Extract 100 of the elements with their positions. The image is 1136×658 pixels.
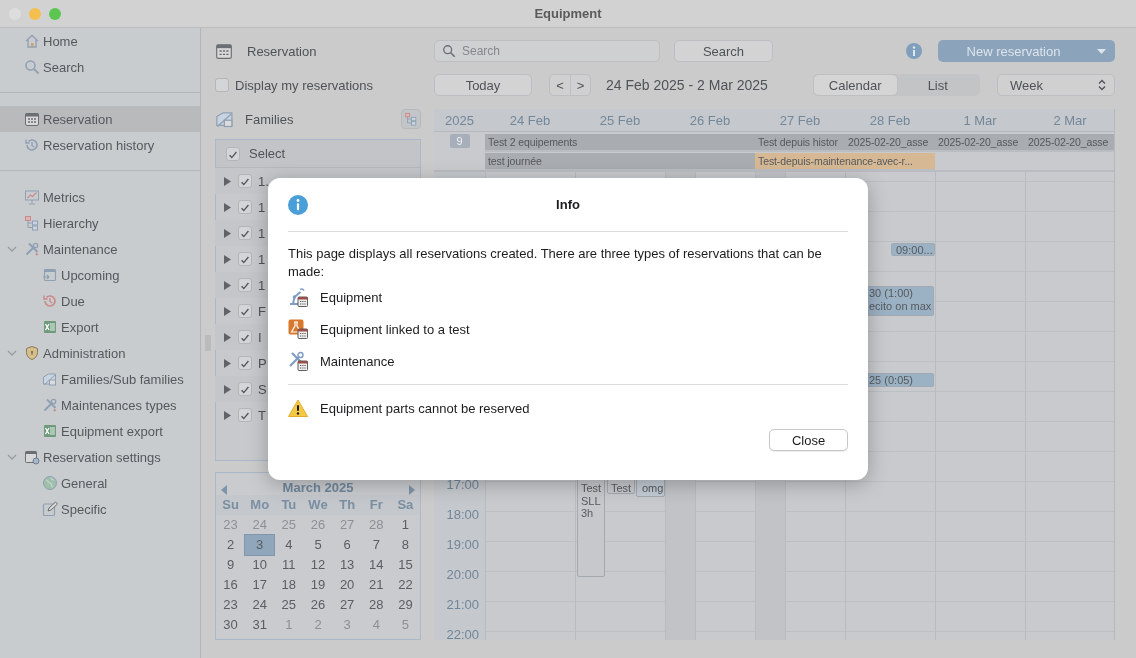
- all-day-event[interactable]: test journée: [485, 153, 755, 171]
- sidebar-item[interactable]: Specific: [0, 496, 200, 522]
- day-cell[interactable]: 25: [274, 595, 304, 615]
- checkbox[interactable]: [238, 252, 252, 266]
- day-cell[interactable]: 4: [274, 535, 304, 555]
- day-cell[interactable]: 18: [274, 575, 304, 595]
- period-select[interactable]: Week: [997, 74, 1115, 96]
- day-cell[interactable]: 17: [245, 575, 275, 595]
- sidebar-item[interactable]: Reservation history: [0, 132, 200, 158]
- spreadsheet-icon: [42, 423, 58, 439]
- day-header: 28 Feb: [868, 112, 912, 128]
- sidebar-item[interactable]: Search: [0, 54, 200, 80]
- checkbox[interactable]: [238, 200, 252, 214]
- sidebar-item[interactable]: Equipment export: [0, 418, 200, 444]
- day-cell[interactable]: 8: [390, 535, 420, 555]
- previous-month-icon[interactable]: [220, 485, 228, 495]
- view-tab[interactable]: List: [896, 75, 979, 95]
- family-label: T: [258, 407, 266, 423]
- checkbox[interactable]: [215, 78, 229, 92]
- next-month-icon[interactable]: [408, 485, 416, 495]
- day-cell[interactable]: 2: [216, 535, 246, 555]
- sidebar-item[interactable]: Maintenance: [0, 236, 200, 262]
- all-day-event[interactable]: Test depuis histor: [755, 134, 845, 152]
- day-header: 26 Feb: [688, 112, 732, 128]
- day-cell[interactable]: 22: [390, 575, 420, 595]
- checkbox[interactable]: [238, 304, 252, 318]
- all-day-event[interactable]: 2025-02-20_asse: [1025, 134, 1114, 152]
- disclosure-triangle-icon[interactable]: [223, 176, 232, 186]
- sidebar-item[interactable]: General: [0, 470, 200, 496]
- sidebar-item[interactable]: Reservation settings: [0, 444, 200, 470]
- search-button[interactable]: Search: [674, 40, 773, 62]
- day-cell[interactable]: 1: [390, 515, 420, 535]
- view-tab[interactable]: Calendar: [814, 75, 897, 95]
- disclosure-triangle-icon[interactable]: [223, 358, 232, 368]
- day-cell[interactable]: 30: [216, 615, 246, 635]
- disclosure-triangle-icon[interactable]: [223, 410, 232, 420]
- day-cell[interactable]: 7: [361, 535, 391, 555]
- day-cell[interactable]: 16: [216, 575, 246, 595]
- calendar-icon: [24, 111, 40, 127]
- day-cell[interactable]: 5: [303, 535, 333, 555]
- all-day-event[interactable]: Test-depuis-maintenance-avec-r...: [755, 153, 935, 171]
- day-cell[interactable]: 3: [245, 535, 275, 555]
- sidebar-item[interactable]: Families/Sub families: [0, 366, 200, 392]
- day-cell[interactable]: 27: [332, 595, 362, 615]
- sidebar-item[interactable]: Reservation: [0, 106, 200, 132]
- sidebar-item[interactable]: Metrics: [0, 184, 200, 210]
- checkbox[interactable]: [238, 408, 252, 422]
- sidebar-item[interactable]: Home: [0, 28, 200, 54]
- week-number-badge: 9: [449, 134, 470, 148]
- disclosure-triangle-icon[interactable]: [223, 202, 232, 212]
- all-day-event[interactable]: Test 2 equipements: [485, 134, 755, 152]
- checkbox[interactable]: [238, 356, 252, 370]
- day-cell[interactable]: 12: [303, 555, 333, 575]
- checkbox[interactable]: [238, 382, 252, 396]
- day-cell[interactable]: 29: [390, 595, 420, 615]
- disclosure-triangle-icon[interactable]: [223, 384, 232, 394]
- search-field[interactable]: Search: [434, 40, 660, 62]
- sidebar-item[interactable]: Upcoming: [0, 262, 200, 288]
- checkbox[interactable]: [238, 278, 252, 292]
- sidebar-item[interactable]: Maintenances types: [0, 392, 200, 418]
- day-cell[interactable]: 21: [361, 575, 391, 595]
- info-button[interactable]: [906, 43, 922, 59]
- previous-button[interactable]: <: [550, 75, 570, 95]
- disclosure-triangle-icon[interactable]: [223, 332, 232, 342]
- checkbox[interactable]: [238, 330, 252, 344]
- checkbox[interactable]: [238, 226, 252, 240]
- disclosure-triangle-icon[interactable]: [223, 306, 232, 316]
- close-button[interactable]: Close: [769, 429, 848, 451]
- day-cell[interactable]: 20: [332, 575, 362, 595]
- day-cell[interactable]: 19: [303, 575, 333, 595]
- day-cell[interactable]: 28: [361, 595, 391, 615]
- disclosure-triangle-icon[interactable]: [223, 228, 232, 238]
- tools-icon: [24, 241, 40, 257]
- info-icon: [288, 194, 308, 215]
- day-cell[interactable]: 24: [245, 595, 275, 615]
- next-button[interactable]: >: [570, 75, 590, 95]
- new-reservation-button[interactable]: New reservation: [938, 40, 1115, 62]
- sidebar-item[interactable]: Export: [0, 314, 200, 340]
- day-cell[interactable]: 11: [274, 555, 304, 575]
- day-cell[interactable]: 13: [332, 555, 362, 575]
- reservation-type-label: Equipment linked to a test: [320, 321, 470, 337]
- all-day-event[interactable]: 2025-02-20_asse: [845, 134, 935, 152]
- day-cell[interactable]: 23: [216, 595, 246, 615]
- day-cell[interactable]: 10: [245, 555, 275, 575]
- day-cell[interactable]: 15: [390, 555, 420, 575]
- today-button[interactable]: Today: [434, 74, 532, 96]
- checkbox[interactable]: [238, 174, 252, 188]
- sidebar-item[interactable]: Due: [0, 288, 200, 314]
- sidebar-item[interactable]: Administration: [0, 340, 200, 366]
- day-cell[interactable]: 6: [332, 535, 362, 555]
- day-cell[interactable]: 14: [361, 555, 391, 575]
- select-all-checkbox[interactable]: [226, 146, 240, 161]
- calendar-event[interactable]: 09:00...: [891, 243, 935, 256]
- day-cell[interactable]: 31: [245, 615, 275, 635]
- disclosure-triangle-icon[interactable]: [223, 280, 232, 290]
- all-day-event[interactable]: 2025-02-20_asse: [935, 134, 1025, 152]
- day-cell[interactable]: 26: [303, 595, 333, 615]
- disclosure-triangle-icon[interactable]: [223, 254, 232, 264]
- sidebar-item[interactable]: Hierarchy: [0, 210, 200, 236]
- day-cell[interactable]: 9: [216, 555, 246, 575]
